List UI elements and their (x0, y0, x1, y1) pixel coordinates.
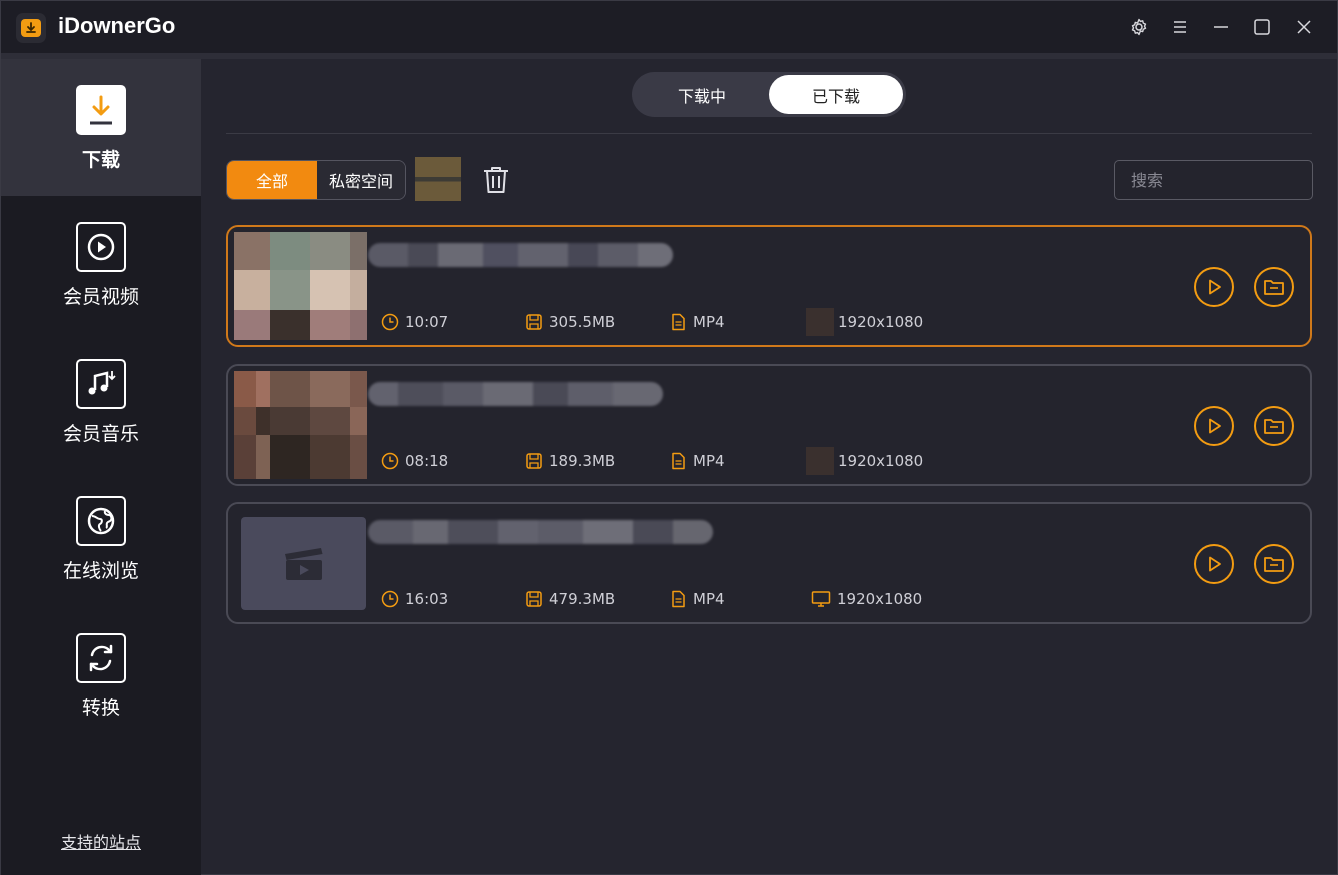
play-button[interactable] (1194, 267, 1234, 307)
clock-icon (381, 313, 399, 331)
main-content: 下载中 已下载 全部 私密空间 搜索 10:07 305.5MB MP4 192… (201, 59, 1337, 875)
filter-private-button[interactable]: 私密空间 (317, 161, 405, 199)
video-title-redacted (368, 382, 663, 406)
resolution-text: 1920x1080 (838, 452, 924, 470)
convert-icon (76, 633, 126, 683)
clock-icon (381, 590, 399, 608)
folder-icon (1264, 280, 1284, 295)
resolution-meta: 1920x1080 (811, 589, 922, 609)
filter-all-button[interactable]: 全部 (227, 161, 317, 199)
disk-icon (526, 314, 542, 330)
file-icon (672, 313, 685, 331)
video-thumbnail (234, 371, 367, 479)
download-logo-icon (21, 19, 41, 37)
sidebar: 下载 会员视频 会员音乐 在线浏览 转换 支持的站点 (1, 59, 201, 875)
play-icon (1209, 279, 1221, 295)
resolution-meta: 1920x1080 (806, 308, 924, 336)
app-logo (16, 13, 46, 43)
format-text: MP4 (693, 313, 725, 331)
file-icon (672, 452, 685, 470)
selection-thumbnail (415, 157, 461, 201)
play-button[interactable] (1194, 544, 1234, 584)
open-folder-button[interactable] (1254, 544, 1294, 584)
divider (226, 133, 1312, 134)
monitor-icon (806, 308, 834, 336)
duration-meta: 16:03 (381, 589, 448, 609)
resolution-text: 1920x1080 (838, 313, 924, 331)
format-meta: MP4 (669, 589, 725, 609)
sidebar-item-vip-music[interactable]: 会员音乐 (1, 333, 201, 470)
video-placeholder-thumbnail (241, 517, 366, 610)
download-status-toggle: 下载中 已下载 (632, 72, 906, 117)
sidebar-item-label: 下载 (81, 149, 120, 171)
duration-text: 10:07 (405, 313, 449, 331)
size-meta: 189.3MB (525, 451, 615, 471)
video-list-item[interactable]: 16:03 479.3MB MP4 1920x1080 (226, 502, 1312, 624)
disk-icon (526, 591, 542, 607)
title-bar: iDownerGo (1, 1, 1337, 53)
video-list-item[interactable]: 10:07 305.5MB MP4 1920x1080 (226, 225, 1312, 347)
sidebar-item-convert[interactable]: 转换 (1, 607, 201, 744)
play-icon (76, 222, 126, 272)
play-icon (1209, 418, 1221, 434)
disk-icon (526, 453, 542, 469)
folder-icon (1264, 557, 1284, 572)
size-meta: 305.5MB (525, 312, 615, 332)
format-meta: MP4 (669, 312, 725, 332)
size-text: 189.3MB (549, 452, 616, 470)
video-thumbnail (234, 232, 367, 340)
format-text: MP4 (693, 452, 725, 470)
clock-icon (381, 452, 399, 470)
maximize-icon[interactable] (1249, 14, 1275, 40)
open-folder-button[interactable] (1254, 406, 1294, 446)
sidebar-item-label: 在线浏览 (62, 560, 139, 582)
resolution-meta: 1920x1080 (806, 447, 924, 475)
duration-text: 16:03 (405, 590, 449, 608)
duration-text: 08:18 (405, 452, 449, 470)
play-button[interactable] (1194, 406, 1234, 446)
tab-downloaded[interactable]: 已下载 (769, 75, 903, 114)
search-input[interactable] (1114, 160, 1313, 200)
size-meta: 479.3MB (525, 589, 615, 609)
sidebar-item-download[interactable]: 下载 (1, 59, 201, 196)
download-icon (76, 85, 126, 135)
size-text: 479.3MB (549, 590, 616, 608)
monitor-icon (806, 447, 834, 475)
format-meta: MP4 (669, 451, 725, 471)
resolution-text: 1920x1080 (837, 590, 923, 608)
size-text: 305.5MB (549, 313, 616, 331)
folder-icon (1264, 419, 1284, 434)
video-title-redacted (368, 243, 673, 267)
filter-group: 全部 私密空间 (226, 160, 406, 200)
monitor-icon (811, 591, 831, 607)
sidebar-item-label: 会员音乐 (62, 423, 139, 445)
minimize-icon[interactable] (1208, 14, 1234, 40)
settings-icon[interactable] (1126, 14, 1152, 40)
sidebar-item-label: 会员视频 (62, 286, 139, 308)
video-clapper-icon (284, 547, 322, 580)
supported-sites-link[interactable]: 支持的站点 (1, 829, 201, 853)
trash-icon[interactable] (478, 162, 514, 198)
close-icon[interactable] (1291, 14, 1317, 40)
video-title-redacted (368, 520, 713, 544)
tab-downloading[interactable]: 下载中 (635, 75, 769, 114)
menu-icon[interactable] (1167, 14, 1193, 40)
duration-meta: 08:18 (381, 451, 448, 471)
sidebar-item-vip-video[interactable]: 会员视频 (1, 196, 201, 333)
app-title: iDownerGo (58, 13, 176, 38)
video-list-item[interactable]: 08:18 189.3MB MP4 1920x1080 (226, 364, 1312, 486)
file-icon (672, 590, 685, 608)
app-window: iDownerGo 下载 会员视频 会员音乐 在线浏览 转换 支持的站点 下载中… (0, 0, 1338, 875)
format-text: MP4 (693, 590, 725, 608)
globe-icon (76, 496, 126, 546)
sidebar-item-browse[interactable]: 在线浏览 (1, 470, 201, 607)
duration-meta: 10:07 (381, 312, 448, 332)
play-icon (1209, 556, 1221, 572)
open-folder-button[interactable] (1254, 267, 1294, 307)
music-icon (76, 359, 126, 409)
sidebar-item-label: 转换 (81, 697, 120, 719)
